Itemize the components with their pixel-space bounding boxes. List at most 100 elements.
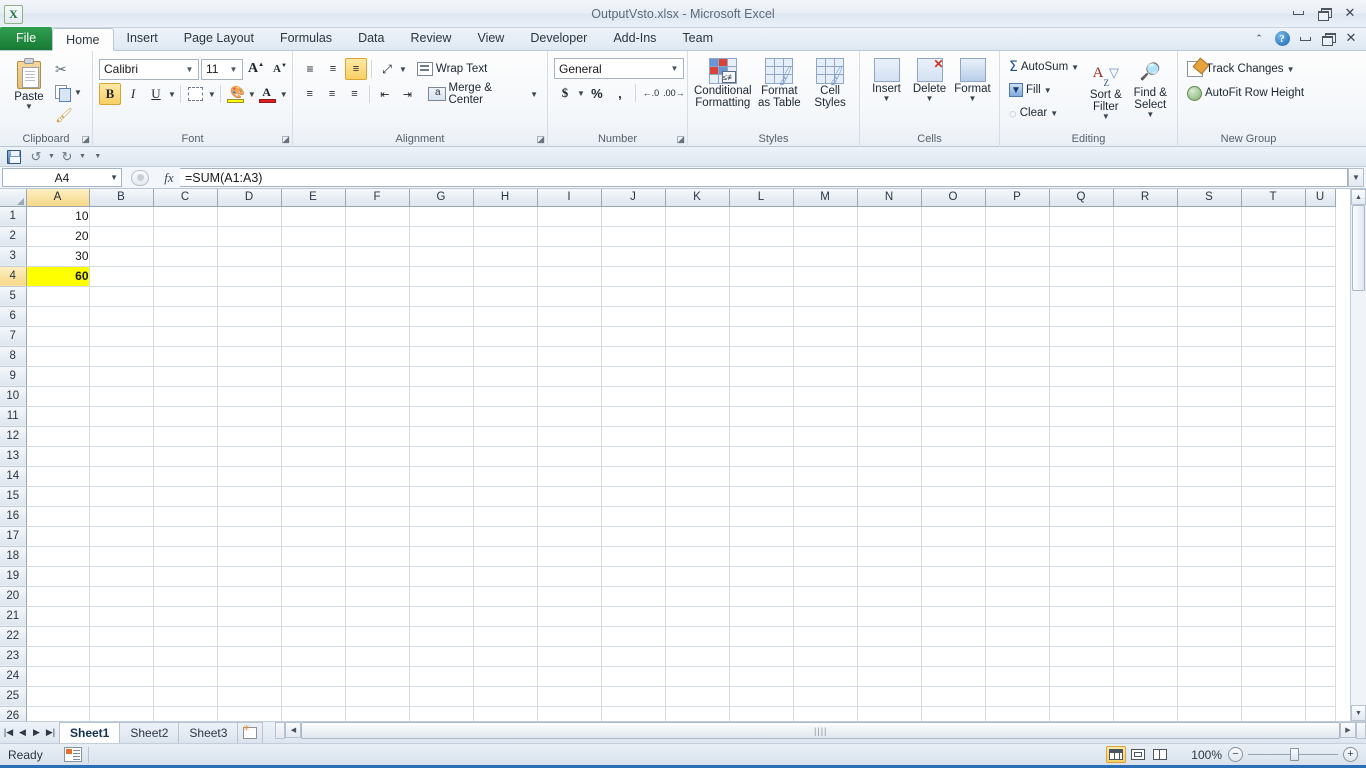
cell-n18[interactable] [857, 546, 922, 567]
cell-f11[interactable] [345, 406, 410, 427]
cell-m14[interactable] [793, 466, 858, 487]
cell-g12[interactable] [409, 426, 474, 447]
last-sheet-icon[interactable]: ▶| [44, 727, 57, 738]
cell-f22[interactable] [345, 626, 410, 647]
cell-j18[interactable] [601, 546, 666, 567]
cell-n8[interactable] [857, 346, 922, 367]
cell-i2[interactable] [537, 226, 602, 247]
chevron-down-icon[interactable]: ▼ [227, 65, 240, 74]
cell-j2[interactable] [601, 226, 666, 247]
cell-i6[interactable] [537, 306, 602, 327]
cell-p4[interactable] [985, 266, 1050, 287]
zoom-out-button[interactable]: − [1228, 747, 1243, 762]
cell-b23[interactable] [89, 646, 154, 667]
cell-h11[interactable] [473, 406, 538, 427]
cell-k8[interactable] [665, 346, 730, 367]
cell-f23[interactable] [345, 646, 410, 667]
tab-data[interactable]: Data [345, 27, 397, 50]
cell-r1[interactable] [1113, 206, 1178, 227]
cell-k14[interactable] [665, 466, 730, 487]
number-format-combo[interactable]: General ▼ [554, 58, 684, 79]
format-painter-button[interactable]: 🖌 [52, 104, 85, 126]
cell-a1[interactable]: 10 [26, 206, 90, 227]
cell-o25[interactable] [921, 686, 986, 707]
cell-r12[interactable] [1113, 426, 1178, 447]
cell-i24[interactable] [537, 666, 602, 687]
cell-p21[interactable] [985, 606, 1050, 627]
cell-f1[interactable] [345, 206, 410, 227]
cell-g14[interactable] [409, 466, 474, 487]
cell-n19[interactable] [857, 566, 922, 587]
cell-o10[interactable] [921, 386, 986, 407]
cell-e2[interactable] [281, 226, 346, 247]
cell-c15[interactable] [153, 486, 218, 507]
cell-n24[interactable] [857, 666, 922, 687]
chevron-down-icon[interactable]: ▼ [25, 103, 33, 111]
delete-cells-button[interactable]: ✕ Delete ▼ [909, 56, 950, 103]
cell-q10[interactable] [1049, 386, 1114, 407]
cell-i19[interactable] [537, 566, 602, 587]
cell-o18[interactable] [921, 546, 986, 567]
cell-b18[interactable] [89, 546, 154, 567]
cell-f5[interactable] [345, 286, 410, 307]
workbook-close-icon[interactable]: ✕ [1340, 29, 1362, 48]
cell-o1[interactable] [921, 206, 986, 227]
cell-m12[interactable] [793, 426, 858, 447]
cell-f4[interactable] [345, 266, 410, 287]
cell-l26[interactable] [729, 706, 794, 721]
close-icon[interactable]: ✕ [1338, 3, 1362, 23]
cell-n12[interactable] [857, 426, 922, 447]
cell-k20[interactable] [665, 586, 730, 607]
cell-k24[interactable] [665, 666, 730, 687]
cell-f25[interactable] [345, 686, 410, 707]
cell-m5[interactable] [793, 286, 858, 307]
cell-c25[interactable] [153, 686, 218, 707]
scroll-down-icon[interactable]: ▼ [1351, 705, 1366, 721]
cell-b13[interactable] [89, 446, 154, 467]
cell-k15[interactable] [665, 486, 730, 507]
cell-m7[interactable] [793, 326, 858, 347]
cell-n10[interactable] [857, 386, 922, 407]
cell-b5[interactable] [89, 286, 154, 307]
cell-a7[interactable] [26, 326, 90, 347]
cell-s10[interactable] [1177, 386, 1242, 407]
cell-q3[interactable] [1049, 246, 1114, 267]
cell-k13[interactable] [665, 446, 730, 467]
cell-d13[interactable] [217, 446, 282, 467]
column-header-g[interactable]: G [409, 189, 474, 207]
chevron-down-icon[interactable]: ▼ [248, 90, 256, 98]
cell-q13[interactable] [1049, 446, 1114, 467]
cell-i12[interactable] [537, 426, 602, 447]
cell-o3[interactable] [921, 246, 986, 267]
cell-c9[interactable] [153, 366, 218, 387]
cell-t14[interactable] [1241, 466, 1306, 487]
column-header-b[interactable]: B [89, 189, 154, 207]
cell-a12[interactable] [26, 426, 90, 447]
row-header-23[interactable]: 23 [0, 646, 27, 667]
row-header-15[interactable]: 15 [0, 486, 27, 507]
cell-q17[interactable] [1049, 526, 1114, 547]
decrease-decimal-button[interactable]: .00→ [663, 82, 685, 104]
cell-p10[interactable] [985, 386, 1050, 407]
cell-p16[interactable] [985, 506, 1050, 527]
cell-j12[interactable] [601, 426, 666, 447]
cell-s7[interactable] [1177, 326, 1242, 347]
cell-p23[interactable] [985, 646, 1050, 667]
cell-h26[interactable] [473, 706, 538, 721]
tab-home[interactable]: Home [52, 28, 114, 51]
row-header-3[interactable]: 3 [0, 246, 27, 267]
cell-p20[interactable] [985, 586, 1050, 607]
cell-h1[interactable] [473, 206, 538, 227]
cell-j17[interactable] [601, 526, 666, 547]
cell-f6[interactable] [345, 306, 410, 327]
cell-o7[interactable] [921, 326, 986, 347]
cell-i5[interactable] [537, 286, 602, 307]
cell-l6[interactable] [729, 306, 794, 327]
cell-i3[interactable] [537, 246, 602, 267]
cell-u15[interactable] [1305, 486, 1336, 507]
cell-l2[interactable] [729, 226, 794, 247]
cell-l15[interactable] [729, 486, 794, 507]
cell-e1[interactable] [281, 206, 346, 227]
cell-c11[interactable] [153, 406, 218, 427]
row-header-9[interactable]: 9 [0, 366, 27, 387]
